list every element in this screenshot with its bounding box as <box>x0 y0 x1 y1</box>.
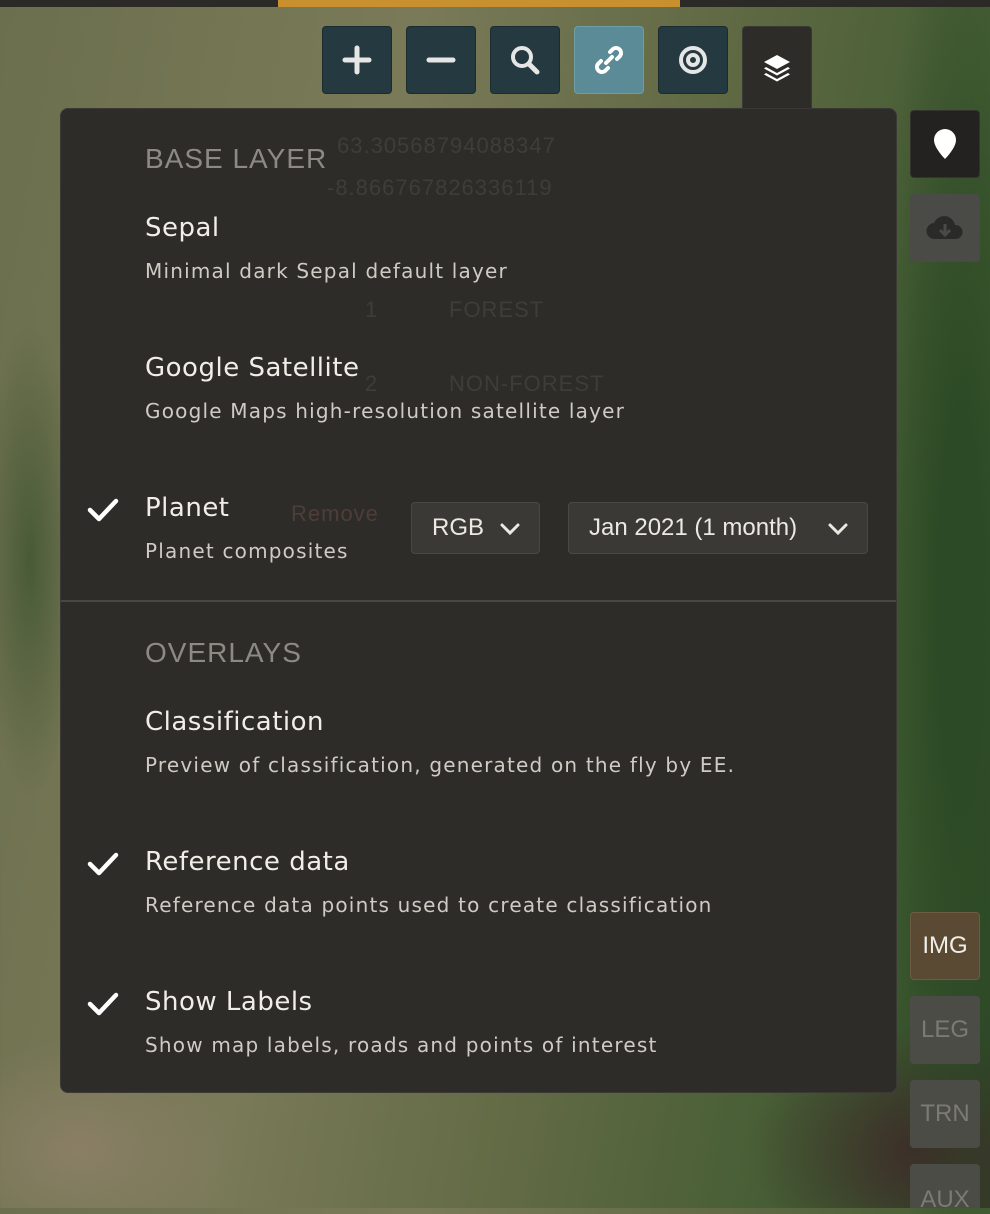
overlay-title: Show Labels <box>145 987 313 1017</box>
ghost-class-number: 1 <box>365 297 379 322</box>
overlay-title: Reference data <box>145 847 350 877</box>
map-pin-icon <box>934 129 956 159</box>
aux-label: AUX <box>920 1186 970 1213</box>
checkmark-icon <box>87 992 119 1016</box>
ghost-coordinate-lng: -8.866767826336119 <box>327 175 553 200</box>
link-icon <box>595 46 623 74</box>
minus-icon <box>426 57 456 63</box>
location-marker-button[interactable] <box>910 110 980 178</box>
layers-panel: 63.30568794088347 -8.866767826336119 1 F… <box>60 108 897 1093</box>
overlay-description: Reference data points used to create cla… <box>145 893 713 917</box>
section-divider <box>61 600 896 602</box>
trn-label: TRN <box>920 1100 970 1127</box>
ghost-class-label: FOREST <box>449 297 545 322</box>
layer-title: Planet <box>145 493 230 523</box>
checkmark-icon <box>87 498 119 522</box>
leg-button[interactable]: LEG <box>910 996 980 1064</box>
overlay-title: Classification <box>145 707 325 737</box>
planet-band-value: RGB <box>432 514 485 541</box>
base-layer-heading: BASE LAYER <box>145 143 328 174</box>
aux-button[interactable]: AUX <box>910 1164 980 1213</box>
layer-description: Google Maps high-resolution satellite la… <box>145 399 626 423</box>
layer-description: Minimal dark Sepal default layer <box>145 259 508 283</box>
planet-date-value: Jan 2021 (1 month) <box>589 514 798 541</box>
overlay-description: Preview of classification, generated on … <box>145 753 736 777</box>
img-button[interactable]: IMG <box>910 912 980 980</box>
chevron-down-icon <box>828 523 848 536</box>
planet-date-select[interactable]: Jan 2021 (1 month) <box>568 502 868 554</box>
zoom-out-button[interactable] <box>406 26 476 94</box>
ghost-remove-label: Remove <box>291 501 379 526</box>
layer-title: Sepal <box>145 213 220 243</box>
overlay-description: Show map labels, roads and points of int… <box>145 1033 658 1057</box>
plus-icon <box>342 45 372 75</box>
ghost-class-label: NON-FOREST <box>449 371 605 396</box>
target-button[interactable] <box>658 26 728 94</box>
leg-label: LEG <box>920 1016 970 1043</box>
loading-progress-bar <box>278 0 680 7</box>
planet-band-select[interactable]: RGB <box>411 502 540 554</box>
link-button[interactable] <box>574 26 644 94</box>
chevron-down-icon <box>500 523 520 536</box>
zoom-in-button[interactable] <box>322 26 392 94</box>
ghost-class-number: 2 <box>365 371 379 396</box>
overlays-heading: OVERLAYS <box>145 637 302 668</box>
search-icon <box>511 46 540 75</box>
target-icon <box>679 46 707 74</box>
download-button[interactable] <box>910 194 980 262</box>
layer-title: Google Satellite <box>145 353 360 383</box>
checkmark-icon <box>87 852 119 876</box>
img-label: IMG <box>922 932 968 959</box>
cloud-download-icon <box>926 216 963 240</box>
layers-button[interactable] <box>742 26 812 108</box>
layers-icon <box>764 54 790 81</box>
search-button[interactable] <box>490 26 560 94</box>
layer-description: Planet composites <box>145 539 349 563</box>
ghost-coordinate-lat: 63.30568794088347 <box>337 133 556 158</box>
trn-button[interactable]: TRN <box>910 1080 980 1148</box>
